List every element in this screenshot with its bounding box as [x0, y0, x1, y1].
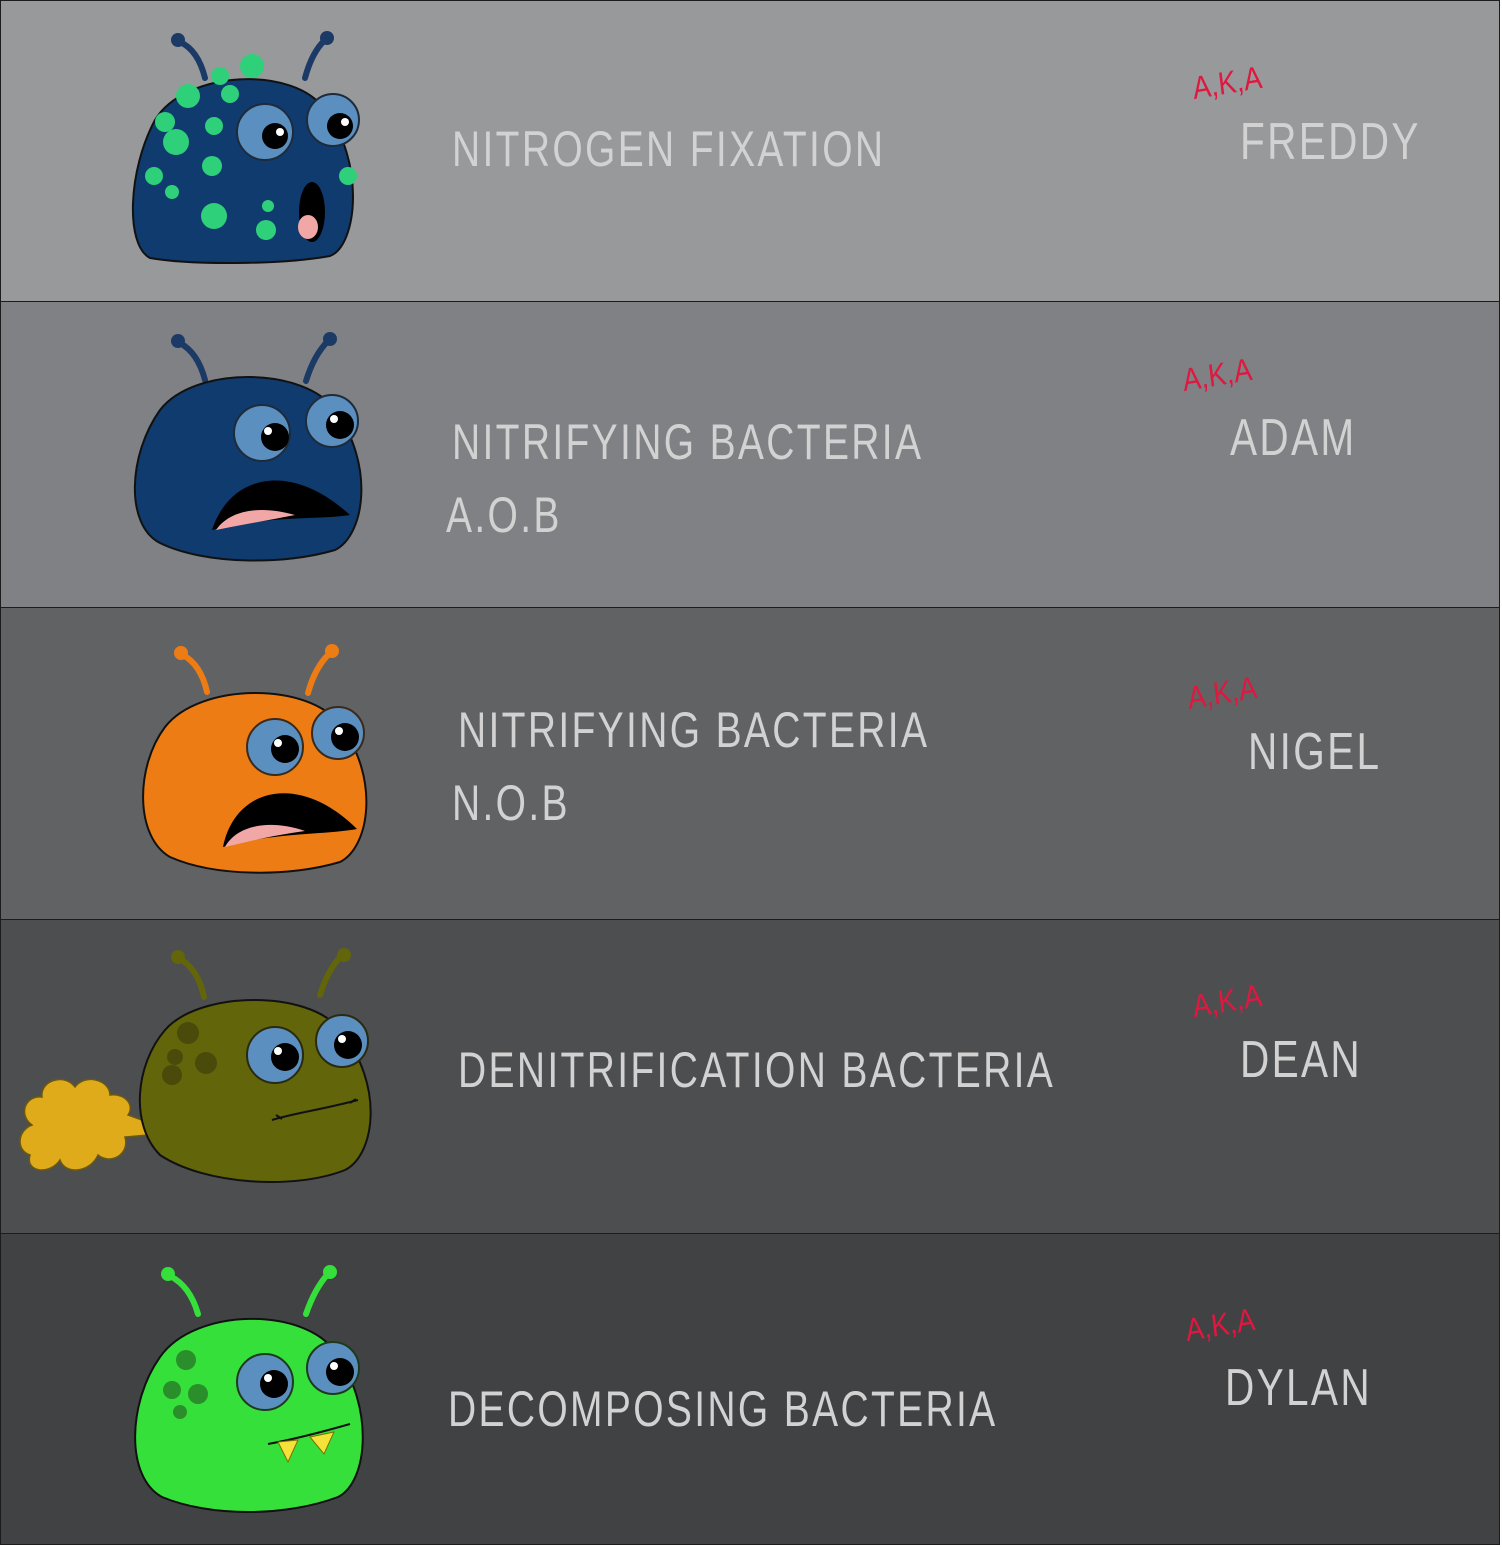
dylan-bacteria-icon: [134, 1265, 364, 1513]
row-title: NITROGEN FIXATION: [452, 121, 886, 177]
row-subtitle: N.O.B: [452, 775, 570, 831]
nickname: NIGEL: [1248, 723, 1382, 781]
adam-bacteria-icon: [133, 332, 363, 562]
row-title: NITRIFYING BACTERIA: [458, 702, 930, 758]
dean-bacteria-icon: [19, 948, 372, 1183]
row-title: DECOMPOSING BACTERIA: [448, 1381, 998, 1437]
row-subtitle: A.O.B: [446, 487, 562, 543]
freddy-bacteria-icon: [131, 31, 360, 264]
nickname: FREDDY: [1240, 113, 1421, 171]
nickname: DEAN: [1240, 1031, 1363, 1089]
nigel-bacteria-icon: [142, 644, 368, 874]
row-title: NITRIFYING BACTERIA: [452, 414, 924, 470]
nickname: DYLAN: [1225, 1359, 1372, 1417]
nickname: ADAM: [1230, 409, 1357, 467]
row-title: DENITRIFICATION BACTERIA: [458, 1042, 1056, 1098]
